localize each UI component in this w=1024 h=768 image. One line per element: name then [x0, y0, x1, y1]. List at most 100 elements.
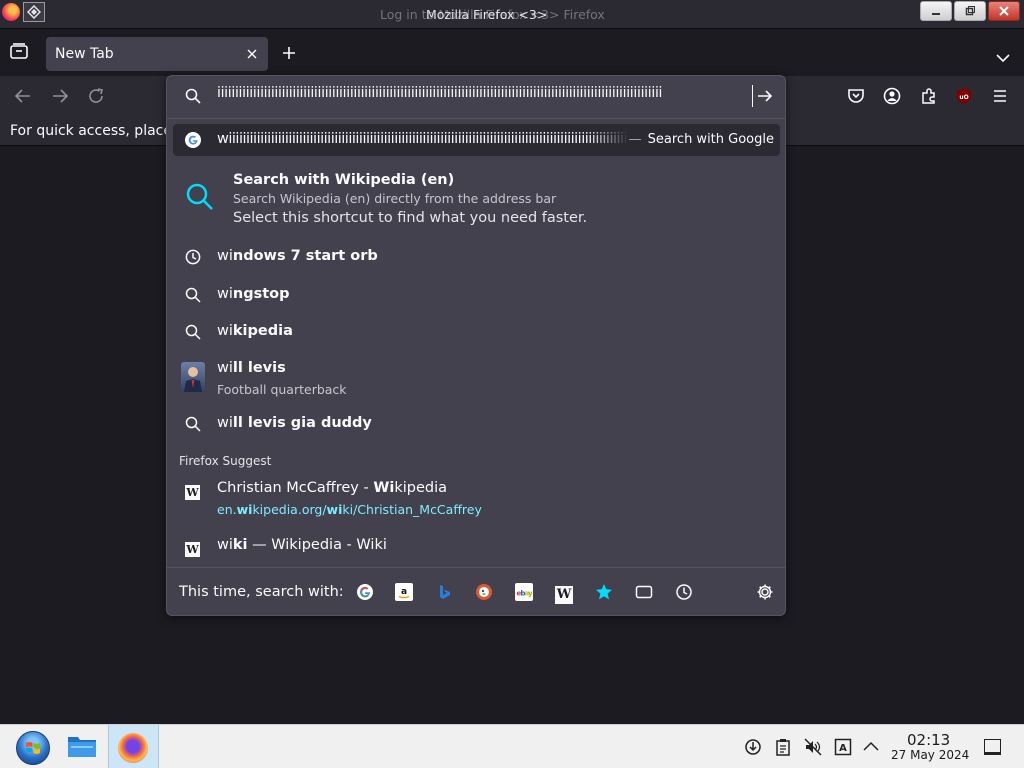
rich-suggestion-row[interactable]: will levis Football quarterback — [173, 359, 780, 399]
google-icon — [185, 132, 201, 152]
show-desktop-button[interactable] — [984, 739, 1001, 755]
suggestion-completion: ngstop — [232, 286, 290, 302]
reload-icon[interactable] — [87, 87, 105, 105]
person-thumbnail — [181, 362, 205, 392]
divider — [167, 567, 785, 568]
taskbar: A 02:13 27 May 2024 — [0, 724, 1024, 768]
history-clock-icon[interactable] — [675, 583, 693, 601]
typed-text: wi — [217, 360, 233, 376]
typed-text: wi — [217, 415, 233, 431]
typed-text: wi — [217, 286, 233, 302]
start-menu-button[interactable] — [16, 731, 50, 765]
svg-text:a: a — [401, 587, 407, 597]
search-icon — [185, 287, 201, 307]
suggestion-completion: ll levis gia duddy — [232, 415, 372, 431]
firefox-view-icon[interactable] — [10, 43, 28, 63]
ebay-engine-button[interactable]: ebay — [515, 583, 533, 601]
amazon-engine-button[interactable]: a — [395, 583, 413, 601]
result-title-pre: Christian McCaffrey - — [217, 480, 374, 496]
clock-time[interactable]: 02:13 — [907, 731, 950, 749]
search-tip-icon — [185, 182, 215, 216]
list-all-tabs-icon[interactable] — [996, 48, 1010, 67]
search-suggestion-row[interactable]: wingstop — [173, 284, 780, 316]
gear-icon[interactable] — [756, 583, 774, 605]
action-separator: — — [628, 132, 642, 147]
go-arrow-icon[interactable] — [757, 88, 773, 108]
urlbar-panel: iiiiiiiiiiiiiiiiiiiiiiiiiiiiiiiiiiiiiiii… — [166, 75, 786, 616]
new-tab-icon[interactable] — [281, 45, 297, 65]
window-titlebar: Log in to Mozilla Firefox <3> Firefox Mo… — [0, 0, 1024, 29]
search-icon — [185, 88, 201, 108]
close-window-button[interactable] — [988, 1, 1020, 21]
wikipedia-engine-button[interactable]: W — [555, 583, 573, 604]
tab-label: New Tab — [55, 46, 114, 62]
firefox-suggest-row[interactable]: W Christian McCaffrey - Wikipedia — [173, 478, 780, 524]
suggestion-text: wiiiiiiiiiiiiiiiiiiiiiiiiiiiiiiiiiiiiiii… — [217, 131, 629, 147]
chevron-up-icon[interactable] — [862, 738, 880, 756]
url-match-1: wi — [236, 502, 253, 517]
search-suggestion-row[interactable]: wikipedia — [173, 321, 780, 353]
window-title: Mozilla Firefox <3> — [426, 7, 548, 22]
result-url[interactable]: en.wikipedia.org/wiki/Christian_McCaffre… — [217, 502, 482, 517]
close-tab-icon[interactable] — [244, 46, 260, 62]
typed-text: wi — [217, 248, 233, 264]
address-input[interactable]: iiiiiiiiiiiiiiiiiiiiiiiiiiiiiiiiiiiiiiii… — [217, 85, 753, 107]
account-icon[interactable] — [883, 87, 901, 105]
clipboard-icon[interactable] — [774, 738, 792, 756]
bookmarks-star-icon[interactable] — [595, 583, 613, 601]
tabs-icon[interactable] — [635, 583, 653, 601]
typed-text: wi — [217, 537, 233, 553]
window-menu-button[interactable] — [23, 2, 45, 22]
google-engine-button[interactable] — [356, 583, 374, 601]
one-off-search-label: This time, search with: — [179, 584, 344, 600]
ublock-origin-icon[interactable]: uO — [955, 87, 973, 105]
volume-muted-icon[interactable] — [804, 738, 822, 756]
search-icon — [185, 324, 201, 344]
search-with-google-label: Search with Google — [647, 132, 774, 147]
result-title-post: kipedia — [394, 480, 447, 496]
wikipedia-icon: W — [185, 542, 200, 557]
search-suggestion-row[interactable]: will levis gia duddy — [173, 413, 780, 445]
clock-date[interactable]: 27 May 2024 — [891, 748, 969, 762]
shortcut-description: Search Wikipedia (en) directly from the … — [233, 191, 557, 206]
typed-text: wi — [217, 323, 233, 339]
file-manager-icon[interactable] — [67, 734, 97, 758]
firefox-taskbar-icon[interactable] — [118, 733, 148, 763]
maximize-button[interactable] — [954, 1, 986, 21]
pocket-icon[interactable] — [847, 87, 865, 105]
suggestion-completion: ll levis — [232, 360, 286, 376]
input-method-icon[interactable]: A — [834, 738, 852, 756]
suggestion-subtitle: Football quarterback — [217, 382, 347, 397]
tab-new-tab[interactable]: New Tab — [46, 37, 268, 71]
extensions-icon[interactable] — [920, 87, 938, 105]
url-mid: kipedia.org/ — [252, 502, 327, 517]
duckduckgo-engine-button[interactable] — [475, 583, 493, 601]
wikipedia-icon: W — [185, 485, 200, 500]
suggestion-completion: ki — [232, 537, 248, 553]
search-icon — [185, 416, 201, 436]
svg-text:y: y — [528, 590, 533, 598]
search-with-wikipedia-shortcut[interactable]: Search with Wikipedia (en) — [233, 172, 454, 188]
tab-strip: New Tab — [0, 30, 1024, 76]
suggestion-completion: ndows 7 start orb — [232, 248, 378, 264]
network-update-icon[interactable] — [744, 738, 762, 756]
address-bar[interactable]: iiiiiiiiiiiiiiiiiiiiiiiiiiiiiiiiiiiiiiii… — [167, 76, 785, 118]
minimize-button[interactable] — [920, 1, 952, 21]
hamburger-menu-icon[interactable] — [991, 87, 1009, 105]
bing-engine-button[interactable] — [435, 583, 453, 601]
back-arrow-icon[interactable] — [14, 87, 32, 105]
forward-arrow-icon[interactable] — [51, 87, 69, 105]
url-pre: en. — [217, 502, 237, 517]
url-match-2: wi — [326, 502, 343, 517]
history-suggestion-row[interactable]: windows 7 start orb — [173, 246, 780, 278]
firefox-suggest-label: Firefox Suggest — [179, 454, 272, 468]
shortcut-hint: Select this shortcut to find what you ne… — [233, 210, 588, 226]
svg-text:A: A — [839, 743, 847, 754]
history-clock-icon — [185, 249, 201, 269]
firefox-suggest-row[interactable]: W wiki — Wikipedia - Wiki — [173, 535, 780, 567]
firefox-logo-icon — [2, 3, 20, 21]
suggestion-row-google[interactable]: wiiiiiiiiiiiiiiiiiiiiiiiiiiiiiiiiiiiiiii… — [173, 124, 780, 156]
divider — [167, 118, 785, 119]
suggestion-completion: kipedia — [232, 323, 293, 339]
result-title-post: — Wikipedia - Wiki — [247, 537, 387, 553]
